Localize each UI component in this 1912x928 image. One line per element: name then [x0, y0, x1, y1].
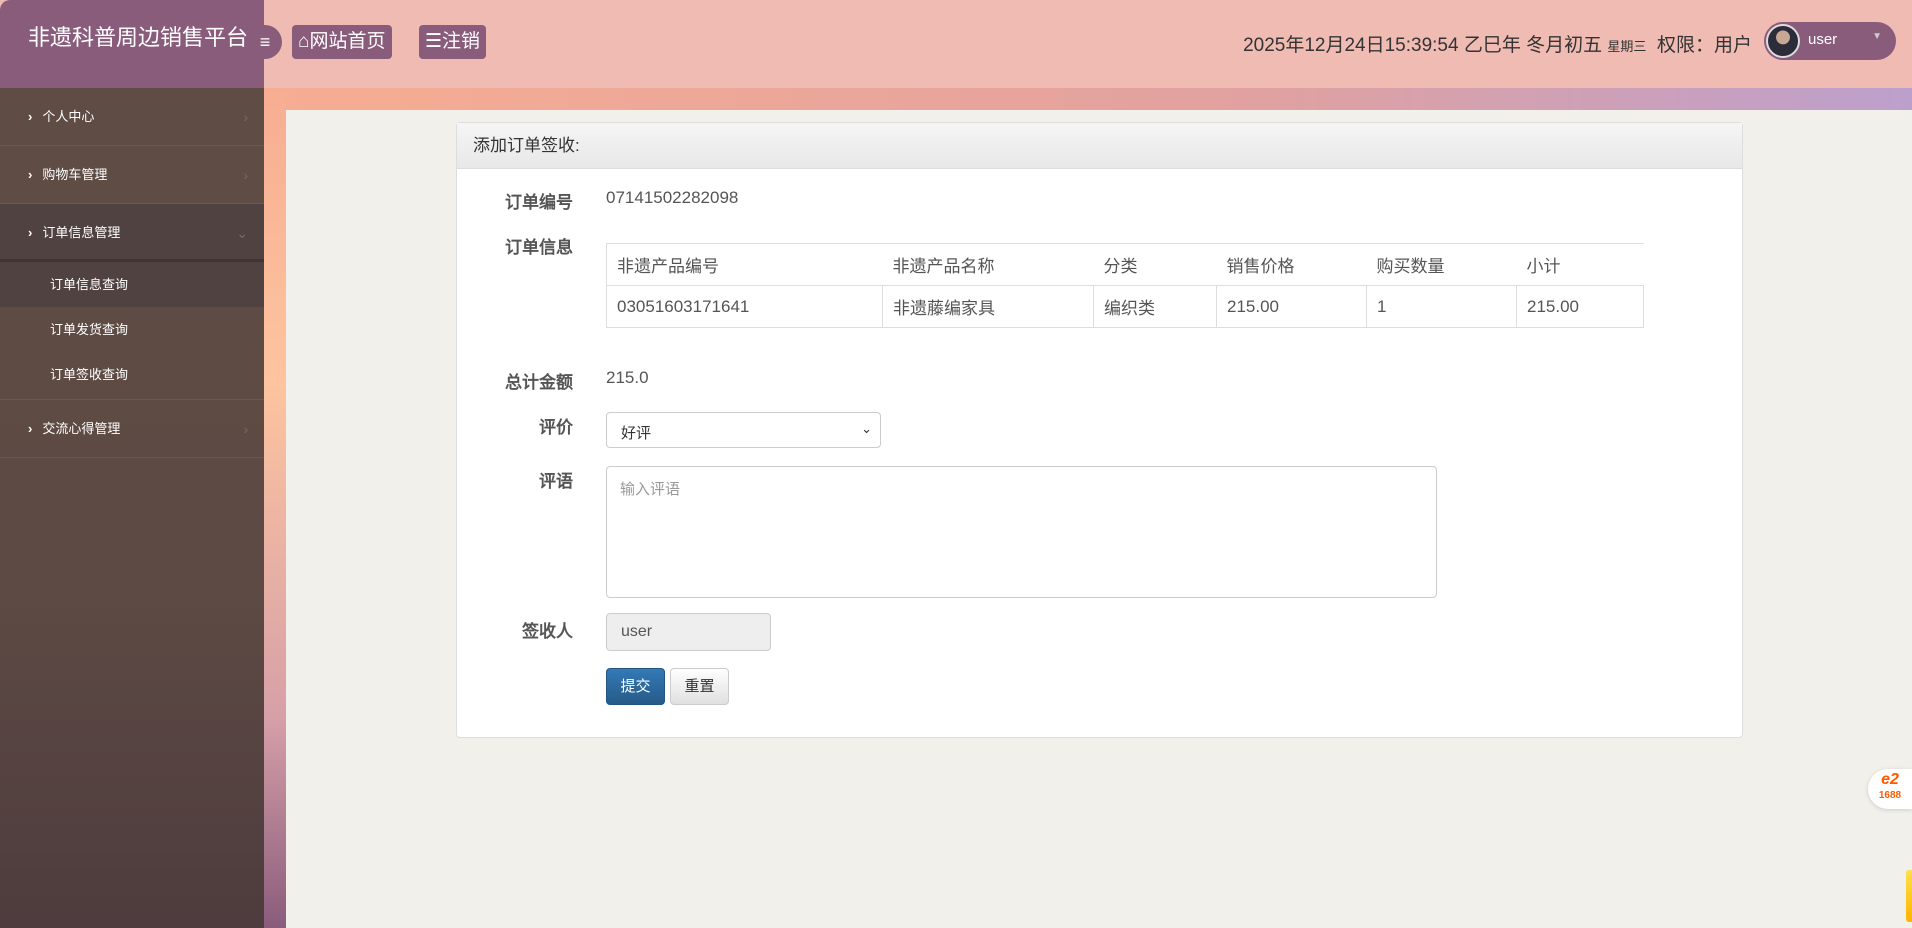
sidebar-item-orders[interactable]: › 订单信息管理 ⌄ — [0, 204, 264, 262]
col-header: 分类 — [1093, 243, 1217, 286]
chevron-right-icon: › — [243, 109, 248, 125]
order-no-label: 订单编号 — [505, 193, 573, 212]
comment-label: 评语 — [539, 472, 573, 491]
table-cell: 215.00 — [1216, 285, 1367, 328]
table-cell: 1 — [1366, 285, 1517, 328]
top-header: 非遗科普周边销售平台 ≡ ⌂网站首页 ☰注销 2025年12月24日15:39:… — [0, 0, 1912, 88]
table-header-row: 非遗产品编号 非遗产品名称 分类 销售价格 购买数量 小计 — [606, 243, 1644, 286]
decor-strip-left — [264, 88, 286, 928]
submit-button[interactable]: 提交 — [606, 668, 665, 705]
header-info: 2025年12月24日15:39:54 乙巳年 冬月初五 星期三 权限：用户 — [1243, 30, 1752, 57]
total-label: 总计金额 — [505, 373, 573, 392]
sidebar-item-label: 购物车管理 — [42, 167, 108, 182]
chevron-right-icon: › — [243, 167, 248, 183]
col-header: 销售价格 — [1216, 243, 1367, 286]
sidebar-item-cart[interactable]: › 购物车管理 › — [0, 146, 264, 204]
username: user — [1808, 31, 1838, 48]
role: 权限：用户 — [1656, 35, 1752, 56]
receiver-input[interactable]: user — [606, 613, 771, 651]
sidebar-item-label: 个人中心 — [42, 109, 95, 124]
total-value: 215.0 — [606, 368, 649, 387]
logout-label: 注销 — [442, 31, 481, 52]
receipt-form-panel: 添加订单签收: 订单编号 07141502282098 订单信息 非遗产品编号 … — [456, 122, 1743, 738]
sidebar-item-label: 交流心得管理 — [42, 421, 121, 436]
col-header: 购买数量 — [1366, 243, 1517, 286]
menu-toggle-icon[interactable]: ≡ — [248, 25, 282, 59]
table-cell: 03051603171641 — [606, 285, 883, 328]
brand-title: 非遗科普周边销售平台 — [0, 0, 264, 88]
panel-title: 添加订单签收: — [457, 123, 1742, 169]
chevron-right-icon: › — [28, 109, 33, 124]
chevron-right-icon: › — [28, 167, 33, 182]
avatar — [1766, 24, 1800, 58]
col-header: 非遗产品编号 — [606, 243, 883, 286]
table-cell: 215.00 — [1516, 285, 1644, 328]
sidebar-subitem-order-query[interactable]: 订单信息查询 — [0, 262, 264, 307]
side-widget-tab[interactable] — [1906, 870, 1912, 922]
alibaba-logo-icon: e2 — [1881, 771, 1899, 788]
rating-selected: 好评 — [621, 425, 652, 442]
datetime: 2025年12月24日15:39:54 乙巳年 冬月初五 — [1243, 35, 1603, 56]
sidebar: › 个人中心 › › 购物车管理 › › 订单信息管理 ⌄ 订单信息查询 订单发货查询 订单… — [0, 88, 264, 928]
chevron-right-icon: › — [28, 421, 33, 436]
order-no-value: 07141502282098 — [606, 188, 739, 207]
home-icon: ⌂ — [298, 31, 310, 52]
reset-button[interactable]: 重置 — [670, 668, 729, 705]
sidebar-item-label: 订单信息管理 — [42, 225, 121, 240]
receiver-label: 签收人 — [522, 622, 573, 641]
caret-down-icon: ▼ — [1872, 31, 1882, 42]
sidebar-item-experience[interactable]: › 交流心得管理 › — [0, 400, 264, 458]
weekday: 星期三 — [1607, 39, 1647, 54]
widget-badge: 1688 — [1878, 790, 1902, 801]
user-menu[interactable]: user ▼ — [1764, 22, 1896, 60]
col-header: 非遗产品名称 — [882, 243, 1094, 286]
sidebar-subitem-receipt-query[interactable]: 订单签收查询 — [0, 352, 264, 397]
chevron-right-icon: › — [243, 421, 248, 437]
comment-textarea[interactable]: 输入评语 — [606, 466, 1437, 598]
table-row: 03051603171641 非遗藤编家具 编织类 215.00 1 215.0… — [606, 285, 1644, 328]
order-info-label: 订单信息 — [505, 238, 573, 257]
alibaba-1688-widget[interactable]: e2 1688 — [1868, 769, 1912, 809]
home-label: 网站首页 — [309, 31, 386, 52]
sidebar-subitem-shipping-query[interactable]: 订单发货查询 — [0, 307, 264, 352]
home-button[interactable]: ⌂网站首页 — [292, 25, 392, 59]
table-cell: 非遗藤编家具 — [882, 285, 1094, 328]
decor-strip — [264, 88, 1912, 110]
order-items-table: 非遗产品编号 非遗产品名称 分类 销售价格 购买数量 小计 0305160317… — [606, 243, 1644, 328]
rating-select[interactable]: 好评 ⌄ — [606, 412, 881, 448]
table-cell: 编织类 — [1093, 285, 1217, 328]
chevron-down-icon: ⌄ — [236, 225, 248, 241]
list-icon: ☰ — [425, 31, 443, 52]
chevron-right-icon: › — [28, 225, 33, 240]
rating-label: 评价 — [539, 418, 573, 437]
col-header: 小计 — [1516, 243, 1644, 286]
logout-button[interactable]: ☰注销 — [419, 25, 487, 59]
sidebar-item-profile[interactable]: › 个人中心 › — [0, 88, 264, 146]
chevron-down-icon: ⌄ — [861, 421, 872, 436]
